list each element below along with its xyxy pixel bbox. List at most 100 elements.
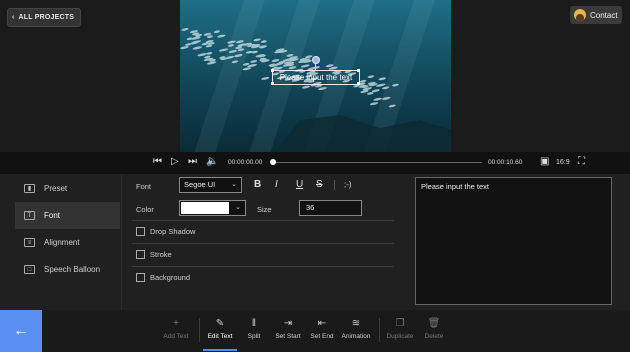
sidebar-item-font[interactable]: T Font bbox=[15, 202, 120, 229]
fish-shape bbox=[371, 89, 380, 93]
font-label: Font bbox=[136, 182, 152, 191]
font-icon: T bbox=[24, 211, 35, 220]
fish-shape bbox=[251, 50, 258, 54]
playback-bar bbox=[0, 152, 630, 174]
fish-shape bbox=[197, 53, 207, 57]
fish-shape bbox=[253, 38, 261, 42]
tool-label: Animation bbox=[341, 333, 371, 340]
rotate-handle[interactable] bbox=[312, 56, 320, 64]
set-end-icon: ⇤ bbox=[317, 318, 327, 329]
plus-icon: + bbox=[173, 318, 179, 329]
fish-shape bbox=[378, 77, 387, 81]
sidebar-item-preset[interactable]: ▮ Preset bbox=[15, 175, 120, 202]
bold-button[interactable]: B bbox=[254, 179, 261, 191]
fish-shape bbox=[206, 52, 213, 55]
fish-shape bbox=[185, 43, 192, 46]
animation-button[interactable]: ≋ Animation bbox=[339, 318, 373, 340]
strikethrough-button[interactable]: S bbox=[316, 179, 323, 191]
toolbar-divider bbox=[199, 318, 200, 342]
arrow-left-icon: ← bbox=[13, 322, 29, 339]
fish-shape bbox=[381, 86, 390, 90]
fish-shape bbox=[271, 59, 280, 63]
tool-label: Split bbox=[247, 333, 261, 340]
stroke-option[interactable]: Stroke bbox=[136, 250, 172, 259]
resize-handle-tl[interactable] bbox=[271, 69, 274, 72]
size-label: Size bbox=[257, 205, 272, 214]
fish-shape bbox=[388, 104, 396, 108]
set-start-button[interactable]: ⇥ Set Start bbox=[271, 318, 305, 340]
current-time: 00:00:00.00 bbox=[228, 159, 263, 166]
fullscreen-icon[interactable]: ⛶ bbox=[578, 157, 585, 167]
set-end-button[interactable]: ⇤ Set End bbox=[305, 318, 339, 340]
sidebar-item-label: Font bbox=[44, 211, 61, 220]
fish-shape bbox=[260, 40, 267, 43]
speech-balloon-icon: □ bbox=[24, 265, 35, 274]
chevron-down-icon: ⌄ bbox=[235, 204, 241, 211]
aspect-ratio-label[interactable]: 16:9 bbox=[556, 159, 570, 166]
fish-shape bbox=[235, 40, 244, 44]
divider bbox=[132, 220, 394, 221]
edit-text-button[interactable]: ✎ Edit Text bbox=[203, 318, 237, 340]
size-input[interactable]: 36 bbox=[299, 200, 362, 216]
add-text-button[interactable]: + Add Text bbox=[159, 318, 193, 340]
contact-button[interactable]: Contact bbox=[570, 6, 622, 24]
drop-shadow-checkbox[interactable] bbox=[136, 227, 145, 236]
fish-shape bbox=[242, 67, 252, 71]
font-select[interactable]: Segoe UI ⌄ bbox=[179, 177, 242, 193]
resize-handle-br[interactable] bbox=[357, 82, 360, 85]
stroke-checkbox[interactable] bbox=[136, 250, 145, 259]
stroke-label: Stroke bbox=[150, 250, 172, 259]
format-divider bbox=[334, 180, 335, 190]
underline-button[interactable]: U bbox=[296, 179, 303, 191]
background-checkbox[interactable] bbox=[136, 273, 145, 282]
avatar bbox=[574, 9, 586, 21]
sidebar-item-alignment[interactable]: ≡ Alignment bbox=[15, 229, 120, 256]
volume-icon[interactable]: 🔈 bbox=[206, 157, 218, 167]
emoji-button[interactable]: ;-) bbox=[344, 179, 352, 191]
background-label: Background bbox=[150, 273, 191, 282]
delete-icon: 🗑 bbox=[427, 318, 441, 329]
background-option[interactable]: Background bbox=[136, 273, 190, 282]
fish-shape bbox=[369, 102, 379, 106]
drop-shadow-option[interactable]: Drop Shadow bbox=[136, 227, 195, 236]
sidebar-item-speech-balloon[interactable]: □ Speech Balloon bbox=[15, 256, 120, 283]
tool-label: Set Start bbox=[275, 333, 301, 340]
fish-shape bbox=[325, 64, 334, 68]
sidebar-item-label: Speech Balloon bbox=[44, 265, 101, 274]
toolbar-divider bbox=[379, 318, 380, 342]
divider bbox=[132, 243, 394, 244]
fish-shape bbox=[373, 97, 382, 101]
split-button[interactable]: ‖ Split bbox=[237, 318, 271, 340]
set-start-icon: ⇥ bbox=[283, 318, 293, 329]
sidebar-item-label: Alignment bbox=[44, 238, 80, 247]
fish-shape bbox=[392, 83, 399, 87]
drop-shadow-label: Drop Shadow bbox=[150, 227, 196, 236]
duplicate-button[interactable]: ❐ Duplicate bbox=[383, 318, 417, 340]
fish-shape bbox=[359, 79, 367, 83]
delete-button[interactable]: 🗑 Delete bbox=[417, 318, 451, 340]
panel-divider bbox=[121, 174, 122, 310]
timeline-scrubber[interactable] bbox=[270, 159, 276, 165]
font-select-value: Segoe UI bbox=[184, 180, 216, 189]
tool-label: Duplicate bbox=[386, 333, 414, 340]
skip-back-icon[interactable]: ⏮ bbox=[153, 157, 162, 167]
italic-button[interactable]: I bbox=[275, 179, 278, 191]
back-button[interactable]: ← bbox=[0, 310, 42, 352]
fish-shape bbox=[227, 44, 234, 47]
play-icon[interactable]: ▷ bbox=[171, 157, 179, 167]
all-projects-button[interactable]: ‹ ALL PROJECTS bbox=[7, 8, 82, 27]
resize-handle-tr[interactable] bbox=[357, 69, 360, 72]
text-input-area[interactable]: Please input the text bbox=[415, 177, 612, 305]
fish-shape bbox=[231, 60, 239, 64]
text-overlay[interactable]: Please input the text bbox=[272, 70, 360, 85]
fish-shape bbox=[213, 30, 220, 34]
skip-forward-icon[interactable]: ⏭ bbox=[188, 157, 197, 167]
timeline-track[interactable] bbox=[274, 162, 482, 163]
color-picker[interactable]: ⌄ bbox=[179, 200, 246, 216]
contact-label: Contact bbox=[590, 10, 618, 20]
edit-icon: ✎ bbox=[215, 318, 225, 329]
aspect-ratio-icon[interactable]: ▣ bbox=[540, 157, 549, 167]
resize-handle-bl[interactable] bbox=[271, 82, 274, 85]
duplicate-icon: ❐ bbox=[395, 318, 405, 329]
fish-shape bbox=[261, 76, 270, 80]
